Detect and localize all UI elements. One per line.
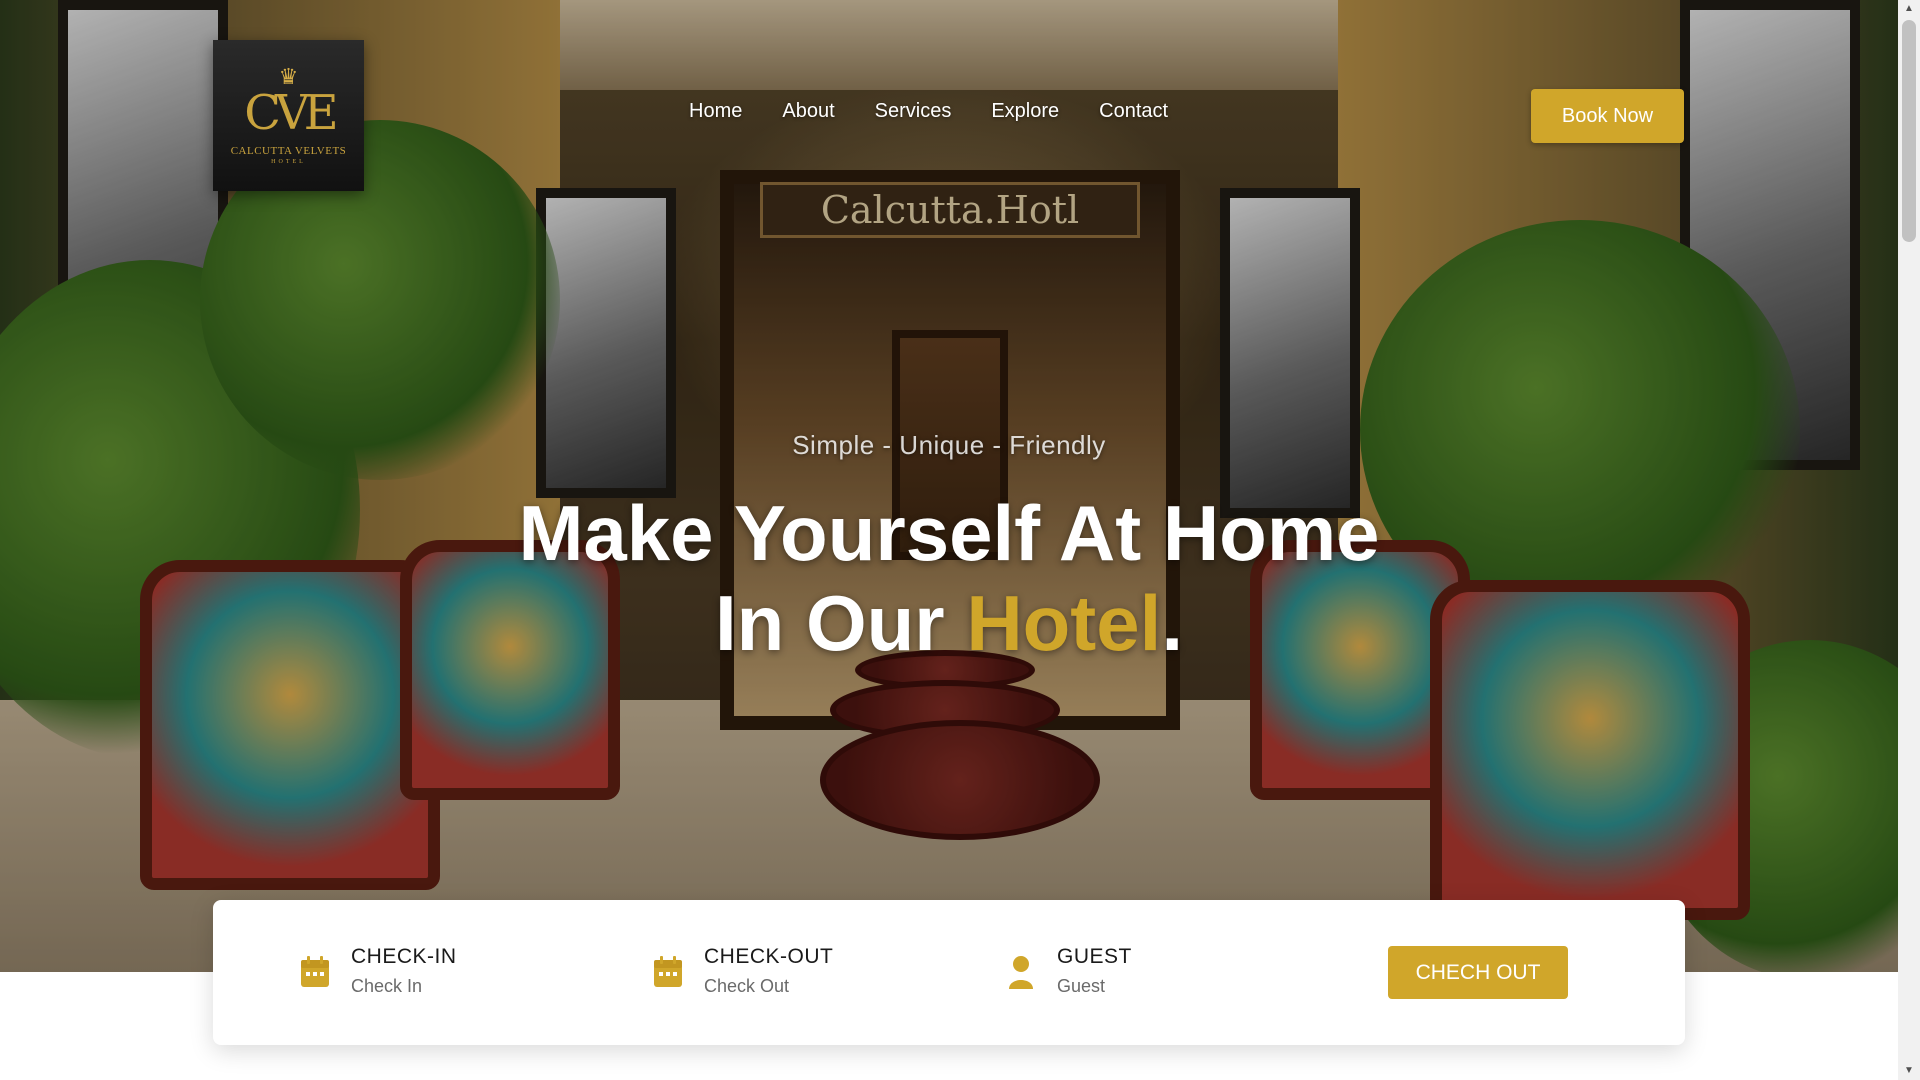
- scroll-down-arrow-icon[interactable]: ▼: [1898, 1062, 1920, 1080]
- checkin-value: Check In: [351, 976, 423, 996]
- guest-label: GUEST: [1057, 945, 1132, 968]
- checkin-field[interactable]: CHECK-IN Check In: [299, 944, 457, 997]
- guest-field[interactable]: GUEST Guest: [1005, 944, 1132, 997]
- logo-subtitle: HOTEL: [271, 158, 306, 165]
- hero-tagline: Simple - Unique - Friendly: [792, 430, 1106, 460]
- scrollbar-thumb[interactable]: [1902, 20, 1916, 242]
- crown-icon: ♛: [278, 63, 299, 89]
- logo-monogram: CVE: [244, 84, 338, 141]
- checkout-field[interactable]: CHECK-OUT Check Out: [652, 944, 833, 997]
- headline-line-2: In Our: [714, 579, 967, 667]
- guest-value: Guest: [1057, 976, 1106, 996]
- main-nav: Home About Services Explore Contact: [689, 100, 1168, 123]
- nav-home[interactable]: Home: [689, 100, 742, 123]
- nav-about[interactable]: About: [782, 100, 834, 123]
- calendar-icon: [652, 952, 684, 992]
- booking-bar: CHECK-IN Check In CHECK-OUT Check Out GU…: [213, 900, 1685, 1045]
- nav-services[interactable]: Services: [875, 100, 952, 123]
- calendar-icon: [299, 952, 331, 992]
- nav-contact[interactable]: Contact: [1099, 100, 1168, 123]
- checkout-value: Check Out: [704, 976, 790, 996]
- nav-explore[interactable]: Explore: [991, 100, 1059, 123]
- site-logo[interactable]: ♛ CVE CALCUTTA VELVETS HOTEL: [213, 40, 364, 191]
- user-icon: [1005, 952, 1037, 992]
- headline-accent: Hotel: [966, 579, 1162, 667]
- hero-headline: Make Yourself At Home In Our Hotel.: [0, 488, 1898, 668]
- page-scrollbar[interactable]: ▲ ▼: [1898, 0, 1920, 1080]
- headline-period: .: [1161, 579, 1183, 667]
- logo-name: CALCUTTA VELVETS: [230, 144, 347, 157]
- book-now-button[interactable]: Book Now: [1531, 89, 1684, 143]
- headline-line-1: Make Yourself At Home: [518, 489, 1380, 577]
- check-out-button[interactable]: CHECH OUT: [1388, 946, 1568, 999]
- scroll-up-arrow-icon[interactable]: ▲: [1898, 0, 1920, 18]
- checkin-label: CHECK-IN: [351, 945, 457, 968]
- checkout-label: CHECK-OUT: [704, 945, 834, 968]
